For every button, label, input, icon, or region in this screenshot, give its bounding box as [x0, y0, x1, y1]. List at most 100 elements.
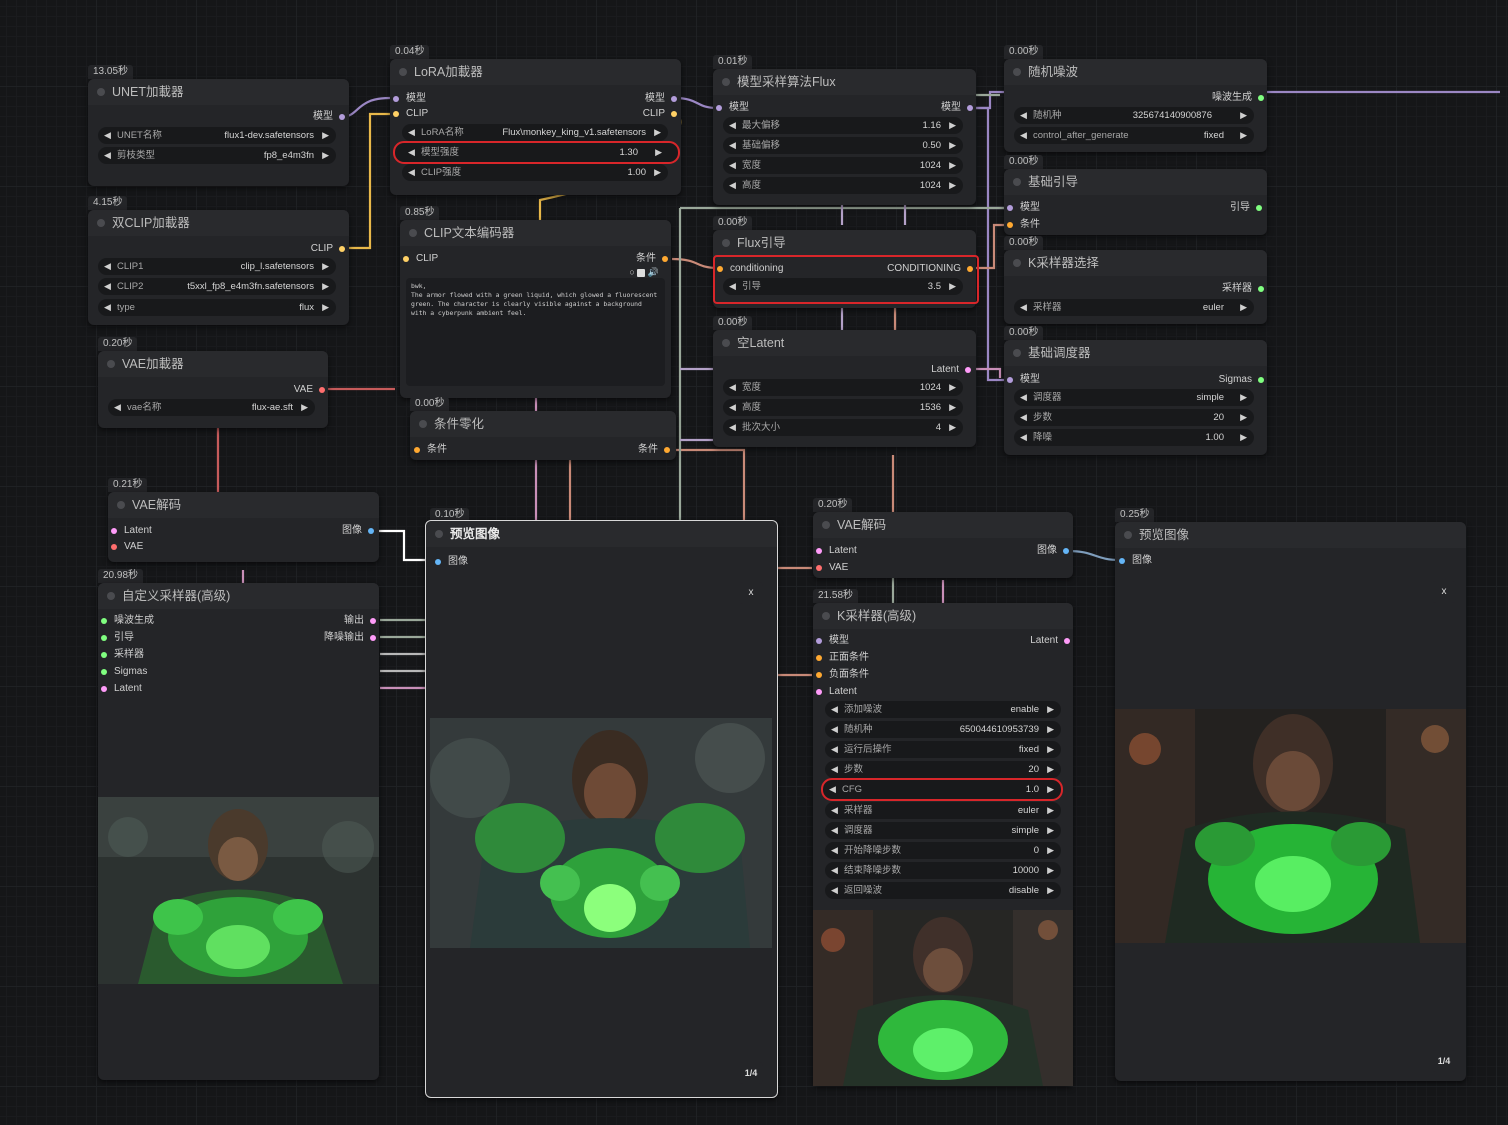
- input-model[interactable]: 模型: [1007, 201, 1040, 215]
- widget-scheduler[interactable]: ◀ 调度器 simple ▶: [825, 822, 1061, 839]
- speaker-icon[interactable]: 🔊: [648, 267, 659, 277]
- node-title[interactable]: 基础引导: [1004, 169, 1267, 195]
- input-latent[interactable]: Latent: [111, 524, 152, 538]
- empty-latent-node[interactable]: 空Latent Latent ◀ 宽度 1024 ▶ ◀ 高度 1536 ▶ ◀ 批次大小 4 ▶: [713, 330, 976, 447]
- node-title[interactable]: K采样器(高级): [813, 603, 1073, 629]
- widget-batch-size[interactable]: ◀ 批次大小 4 ▶: [723, 419, 963, 436]
- input-sigmas[interactable]: Sigmas: [101, 665, 147, 679]
- widget-lora-name[interactable]: ◀ LoRA名称 Flux\monkey_king_v1.safetensors ▶: [402, 124, 668, 141]
- vae-loader-node[interactable]: VAE加載器 VAE ◀ vae名称 flux-ae.sft ▶: [98, 351, 328, 428]
- widget-width[interactable]: ◀ 宽度 1024 ▶: [723, 379, 963, 396]
- widget-end-at-step[interactable]: ◀ 结束降噪步数 10000 ▶: [825, 862, 1061, 879]
- widget-scheduler[interactable]: ◀ 调度器 simple ▶: [1014, 389, 1254, 406]
- input-noise[interactable]: 噪波生成: [101, 614, 154, 628]
- node-title[interactable]: 空Latent: [713, 330, 976, 356]
- output-clip[interactable]: CLIP: [311, 242, 345, 256]
- widget-denoise[interactable]: ◀ 降噪 1.00 ▶: [1014, 429, 1254, 446]
- widget-width[interactable]: ◀ 宽度 1024 ▶: [723, 157, 963, 174]
- widget-unet-name[interactable]: ◀ UNET名称 flux1-dev.safetensors ▶: [98, 127, 336, 144]
- input-conditioning[interactable]: conditioning: [717, 262, 783, 276]
- output-latent[interactable]: Latent: [931, 363, 971, 377]
- node-title[interactable]: K采样器选择: [1004, 250, 1267, 276]
- input-conditioning[interactable]: 条件: [1007, 218, 1040, 232]
- node-title[interactable]: 模型采样算法Flux: [713, 69, 976, 95]
- node-title[interactable]: 预览图像: [426, 521, 777, 547]
- output-vae[interactable]: VAE: [294, 383, 325, 397]
- node-title[interactable]: 自定义采样器(高级): [98, 583, 379, 609]
- output-denoised[interactable]: 降噪输出: [324, 631, 376, 645]
- vae-decode-node[interactable]: VAE解码 Latent VAE 图像: [813, 512, 1073, 578]
- widget-add-noise[interactable]: ◀ 添加噪波 enable ▶: [825, 701, 1061, 718]
- widget-max-shift[interactable]: ◀ 最大偏移 1.16 ▶: [723, 117, 963, 134]
- preview-image[interactable]: [1115, 709, 1466, 943]
- output-sigmas[interactable]: Sigmas: [1219, 373, 1264, 387]
- output-latent[interactable]: Latent: [1030, 634, 1070, 648]
- output-sampler[interactable]: 采样器: [1222, 282, 1264, 296]
- widget-model-strength[interactable]: ◀ 模型强度 1.30 ▶: [393, 141, 680, 164]
- widget-height[interactable]: ◀ 高度 1024 ▶: [723, 177, 963, 194]
- input-vae[interactable]: VAE: [111, 540, 143, 554]
- flux-guidance-node[interactable]: Flux引导 conditioning CONDITIONING ◀ 引导 3.5 ▶: [713, 230, 979, 308]
- input-image[interactable]: 图像: [1119, 554, 1152, 568]
- widget-type[interactable]: ◀ type flux ▶: [98, 299, 336, 316]
- widget-vae-name[interactable]: ◀ vae名称 flux-ae.sft ▶: [108, 399, 315, 416]
- widget-sampler-name[interactable]: ◀ 采样器 euler ▶: [825, 802, 1061, 819]
- widget-noise-seed[interactable]: ◀ 随机种 325674140900876 ▶: [1014, 107, 1254, 124]
- node-title[interactable]: VAE解码: [108, 492, 379, 518]
- circle-icon[interactable]: ○: [629, 267, 634, 277]
- checkbox-icon[interactable]: [637, 268, 646, 277]
- node-title[interactable]: VAE加載器: [98, 351, 328, 377]
- node-title[interactable]: VAE解码: [813, 512, 1073, 538]
- prompt-toolbar[interactable]: ○ 🔊: [629, 265, 659, 279]
- widget-steps[interactable]: ◀ 步数 20 ▶: [1014, 409, 1254, 426]
- widget-height[interactable]: ◀ 高度 1536 ▶: [723, 399, 963, 416]
- output-guider[interactable]: 引导: [1230, 201, 1262, 215]
- dual-clip-loader-node[interactable]: 双CLIP加載器 CLIP ◀ CLIP1 clip_l.safetensors ▶ …: [88, 210, 349, 325]
- clip-text-encode-node[interactable]: CLIP文本编码器 CLIP 条件 ○ 🔊 bwk, The armor flo…: [400, 220, 671, 398]
- input-vae[interactable]: VAE: [816, 561, 848, 575]
- output-clip[interactable]: CLIP: [643, 107, 677, 121]
- input-model[interactable]: 模型: [716, 101, 749, 115]
- widget-clip1[interactable]: ◀ CLIP1 clip_l.safetensors ▶: [98, 258, 336, 275]
- widget-guidance[interactable]: ◀ 引导 3.5 ▶: [723, 278, 963, 295]
- vae-decode-node[interactable]: VAE解码 Latent VAE 图像: [108, 492, 379, 562]
- input-negative[interactable]: 负面条件: [816, 668, 869, 682]
- preview-image-node[interactable]: 预览图像 图像 x 1/4: [425, 520, 778, 1098]
- widget-start-at-step[interactable]: ◀ 开始降噪步数 0 ▶: [825, 842, 1061, 859]
- widget-sampler-name[interactable]: ◀ 采样器 euler ▶: [1014, 299, 1254, 316]
- preview-thumbnail[interactable]: [813, 910, 1073, 1086]
- input-image[interactable]: 图像: [435, 555, 468, 569]
- widget-weight-dtype[interactable]: ◀ 剪枝类型 fp8_e4m3fn ▶: [98, 147, 336, 164]
- ksampler-advanced-node[interactable]: K采样器(高级) 模型 正面条件 负面条件 Latent Latent ◀ 添加噪…: [813, 603, 1073, 1086]
- image-pager[interactable]: 1/4: [1432, 1050, 1456, 1072]
- widget-base-shift[interactable]: ◀ 基础偏移 0.50 ▶: [723, 137, 963, 154]
- node-title[interactable]: UNET加載器: [88, 79, 349, 105]
- input-latent[interactable]: Latent: [816, 544, 857, 558]
- widget-clip-strength[interactable]: ◀ CLIP强度 1.00 ▶: [402, 164, 668, 181]
- input-model[interactable]: 模型: [393, 92, 426, 106]
- widget-noise-seed[interactable]: ◀ 随机种 650044610953739 ▶: [825, 721, 1061, 738]
- node-title[interactable]: 条件零化: [410, 411, 676, 437]
- input-positive[interactable]: 正面条件: [816, 651, 869, 665]
- input-clip[interactable]: CLIP: [403, 252, 438, 266]
- input-latent[interactable]: Latent: [101, 682, 142, 696]
- basic-scheduler-node[interactable]: 基础调度器 模型 Sigmas ◀ 调度器 simple ▶ ◀ 步数 20 ▶ ◀ 降噪 1.…: [1004, 340, 1267, 455]
- preview-thumbnail[interactable]: [98, 797, 379, 984]
- input-model[interactable]: 模型: [816, 634, 849, 648]
- input-clip[interactable]: CLIP: [393, 107, 428, 121]
- widget-cfg[interactable]: ◀ CFG 1.0 ▶: [821, 778, 1063, 801]
- prompt-textarea[interactable]: bwk, The armor flowed with a green liqui…: [406, 278, 665, 386]
- output-model[interactable]: 模型: [313, 110, 345, 124]
- output-conditioning[interactable]: CONDITIONING: [887, 262, 973, 276]
- output-conditioning[interactable]: 条件: [636, 252, 668, 266]
- widget-control-after-generate[interactable]: ◀ 运行后操作 fixed ▶: [825, 741, 1061, 758]
- close-button[interactable]: x: [1432, 581, 1456, 603]
- output-model[interactable]: 模型: [941, 101, 973, 115]
- basic-guider-node[interactable]: 基础引导 模型 条件 引导: [1004, 169, 1267, 235]
- output-noise[interactable]: 噪波生成: [1212, 91, 1264, 105]
- input-model[interactable]: 模型: [1007, 373, 1040, 387]
- image-pager[interactable]: 1/4: [739, 1062, 763, 1084]
- node-title[interactable]: 基础调度器: [1004, 340, 1267, 366]
- conditioning-zero-out-node[interactable]: 条件零化 条件 条件: [410, 411, 676, 460]
- node-title[interactable]: 随机噪波: [1004, 59, 1267, 85]
